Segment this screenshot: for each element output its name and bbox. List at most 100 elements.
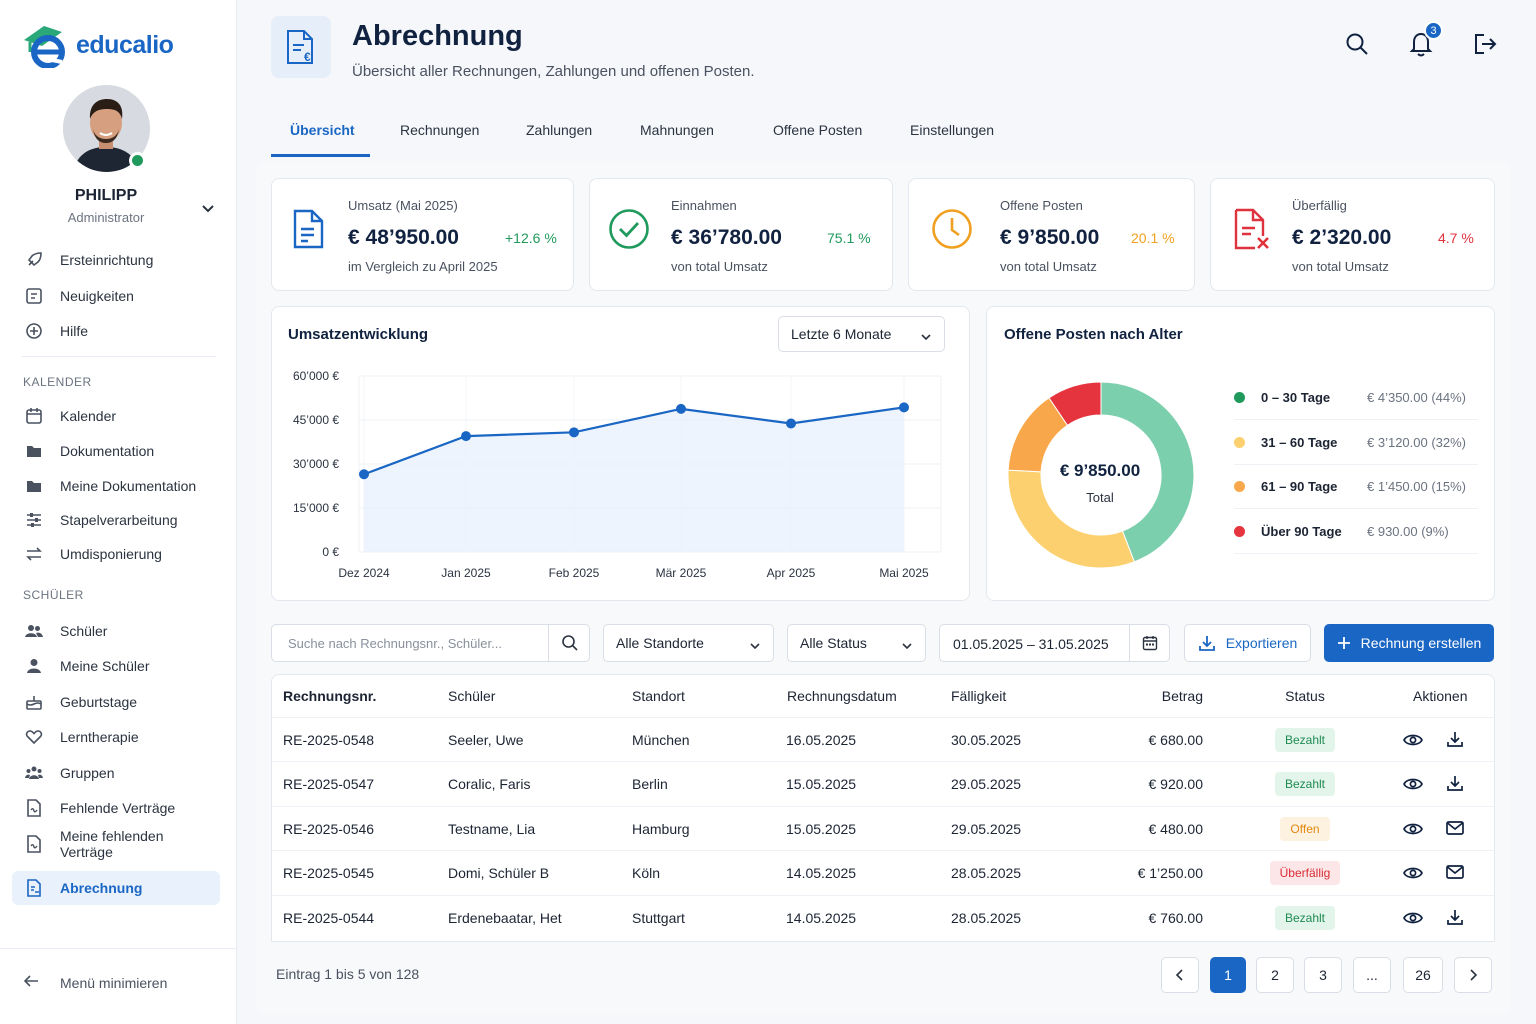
legend-dot xyxy=(1234,480,1245,492)
data-point xyxy=(569,427,579,438)
page-button-26[interactable]: 26 xyxy=(1403,957,1443,993)
column-header-nr[interactable]: Rechnungsnr. xyxy=(283,688,376,704)
column-header-amount[interactable]: Betrag xyxy=(1100,688,1203,704)
tab-mahnungen[interactable]: Mahnungen xyxy=(640,122,714,138)
chart-range-select[interactable]: Letzte 6 Monate xyxy=(778,316,945,352)
area-fill xyxy=(364,407,904,552)
column-header-location[interactable]: Standort xyxy=(632,688,685,704)
sidebar-item-gruppen[interactable]: Gruppen xyxy=(12,756,220,790)
cell-amount: € 480.00 xyxy=(1148,821,1204,837)
user-menu-chevron-icon[interactable] xyxy=(200,200,216,221)
sidebar-item-meine-fehlenden-vertraege[interactable]: Meine fehlenden Verträge xyxy=(12,827,220,861)
tab-offene-posten[interactable]: Offene Posten xyxy=(773,122,862,138)
logout-icon[interactable] xyxy=(1471,30,1499,58)
date-range-picker[interactable]: 01.05.2025 – 31.05.2025 xyxy=(939,624,1170,662)
revenue-line-chart: 0 € 15’000 € 30’000 € 45’000 € 60’000 € Dez 2… xyxy=(293,369,942,580)
legend-dot xyxy=(1234,436,1245,448)
notification-badge: 3 xyxy=(1424,21,1443,40)
kpi-change: +12.6 % xyxy=(505,230,557,246)
mail-icon[interactable] xyxy=(1444,817,1466,839)
chevron-left-icon xyxy=(1175,969,1183,981)
cell-nr: RE-2025-0544 xyxy=(283,910,375,926)
page-button-3[interactable]: 3 xyxy=(1304,957,1342,993)
page-button-2[interactable]: 2 xyxy=(1256,957,1294,993)
page-subtitle: Übersicht aller Rechnungen, Zahlungen un… xyxy=(352,63,755,80)
app-logo[interactable]: educalio xyxy=(22,22,174,68)
sidebar-item-meine-schueler[interactable]: Meine Schüler xyxy=(12,649,220,683)
donut-center-value: € 9’850.00 xyxy=(1059,461,1141,480)
export-label: Exportieren xyxy=(1225,635,1298,651)
download-icon[interactable] xyxy=(1444,728,1466,750)
page-icon: € xyxy=(271,16,331,78)
cell-amount: € 680.00 xyxy=(1148,732,1204,748)
sidebar-item-label: Kalender xyxy=(60,408,117,424)
clock-icon xyxy=(931,208,973,255)
view-icon[interactable] xyxy=(1402,773,1424,795)
kpi-subtext: von total Umsatz xyxy=(1000,259,1097,274)
page-button-1[interactable]: 1 xyxy=(1210,957,1246,993)
chevron-down-icon xyxy=(901,638,913,654)
x-tick-label: Mai 2025 xyxy=(879,566,929,580)
search-input[interactable] xyxy=(272,625,548,661)
sidebar-item-dokumentation[interactable]: Dokumentation xyxy=(12,434,220,468)
tab-uebersicht[interactable]: Übersicht xyxy=(290,122,355,138)
swap-icon xyxy=(22,542,46,566)
cell-amount: € 760.00 xyxy=(1148,910,1204,926)
tab-zahlungen[interactable]: Zahlungen xyxy=(526,122,592,138)
data-point xyxy=(461,431,471,442)
y-tick-label: 30’000 € xyxy=(293,457,339,471)
sidebar-item-hilfe[interactable]: Hilfe xyxy=(12,314,220,348)
active-tab-indicator xyxy=(271,154,370,157)
cell-nr: RE-2025-0545 xyxy=(283,865,375,881)
cell-due: 30.05.2025 xyxy=(951,732,1022,748)
tab-einstellungen[interactable]: Einstellungen xyxy=(910,122,994,138)
sidebar-item-lerntherapie[interactable]: Lerntherapie xyxy=(12,720,220,754)
legend-item: 0 – 30 Tage € 4’350.00 (44%) xyxy=(1234,375,1478,420)
create-invoice-label: Rechnung erstellen xyxy=(1360,635,1482,651)
sidebar-divider xyxy=(0,948,237,949)
chevron-down-icon xyxy=(749,638,761,654)
status-cell: Überfällig xyxy=(1255,861,1355,885)
mail-icon[interactable] xyxy=(1444,861,1466,883)
view-icon[interactable] xyxy=(1402,862,1424,884)
sidebar-item-umdisponierung[interactable]: Umdisponierung xyxy=(12,537,220,571)
sidebar-item-neuigkeiten[interactable]: Neuigkeiten xyxy=(12,279,220,313)
date-range-value: 01.05.2025 – 31.05.2025 xyxy=(953,636,1109,652)
prev-page-button[interactable] xyxy=(1161,957,1199,993)
sidebar-item-meine-dokumentation[interactable]: Meine Dokumentation xyxy=(12,469,220,503)
view-icon[interactable] xyxy=(1402,907,1424,929)
sidebar-item-kalender[interactable]: Kalender xyxy=(12,399,220,433)
column-header-student[interactable]: Schüler xyxy=(448,688,495,704)
sidebar-item-ersteinrichtung[interactable]: Ersteinrichtung xyxy=(12,243,220,277)
view-icon[interactable] xyxy=(1402,729,1424,751)
sidebar-item-stapelverarbeitung[interactable]: Stapelverarbeitung xyxy=(12,503,220,537)
search-icon[interactable] xyxy=(1343,30,1371,58)
kpi-value: € 2’320.00 xyxy=(1292,226,1392,249)
column-header-invoice-date[interactable]: Rechnungsdatum xyxy=(787,688,897,704)
column-header-due-date[interactable]: Fälligkeit xyxy=(951,688,1006,704)
kpi-card-offene-posten: Offene Posten € 9’850.00 20.1 % von tota… xyxy=(908,178,1195,291)
location-select[interactable]: Alle Standorte xyxy=(603,624,774,662)
download-icon[interactable] xyxy=(1444,906,1466,928)
create-invoice-button[interactable]: Rechnung erstellen xyxy=(1324,624,1494,662)
export-button[interactable]: Exportieren xyxy=(1184,624,1311,662)
download-icon[interactable] xyxy=(1444,772,1466,794)
calendar-icon[interactable] xyxy=(1129,625,1170,661)
kpi-change: 20.1 % xyxy=(1131,230,1175,246)
kpi-label: Umsatz (Mai 2025) xyxy=(348,198,458,213)
sidebar-item-label: Gruppen xyxy=(60,765,115,781)
status-select[interactable]: Alle Status xyxy=(787,624,926,662)
news-icon xyxy=(22,284,46,308)
search-button[interactable] xyxy=(548,625,590,661)
status-badge: Überfällig xyxy=(1269,861,1341,885)
sidebar-item-geburtstage[interactable]: Geburtstage xyxy=(12,685,220,719)
kpi-value: € 48’950.00 xyxy=(348,226,459,249)
sidebar-item-fehlende-vertraege[interactable]: Fehlende Verträge xyxy=(12,791,220,825)
next-page-button[interactable] xyxy=(1454,957,1492,993)
sidebar-item-schueler[interactable]: Schüler xyxy=(12,614,220,648)
view-icon[interactable] xyxy=(1402,818,1424,840)
minimize-menu-button[interactable]: Menü minimieren xyxy=(22,972,167,993)
status-cell: Bezahlt xyxy=(1255,772,1355,796)
tab-rechnungen[interactable]: Rechnungen xyxy=(400,122,479,138)
sidebar-item-abrechnung[interactable]: Abrechnung xyxy=(12,871,220,905)
